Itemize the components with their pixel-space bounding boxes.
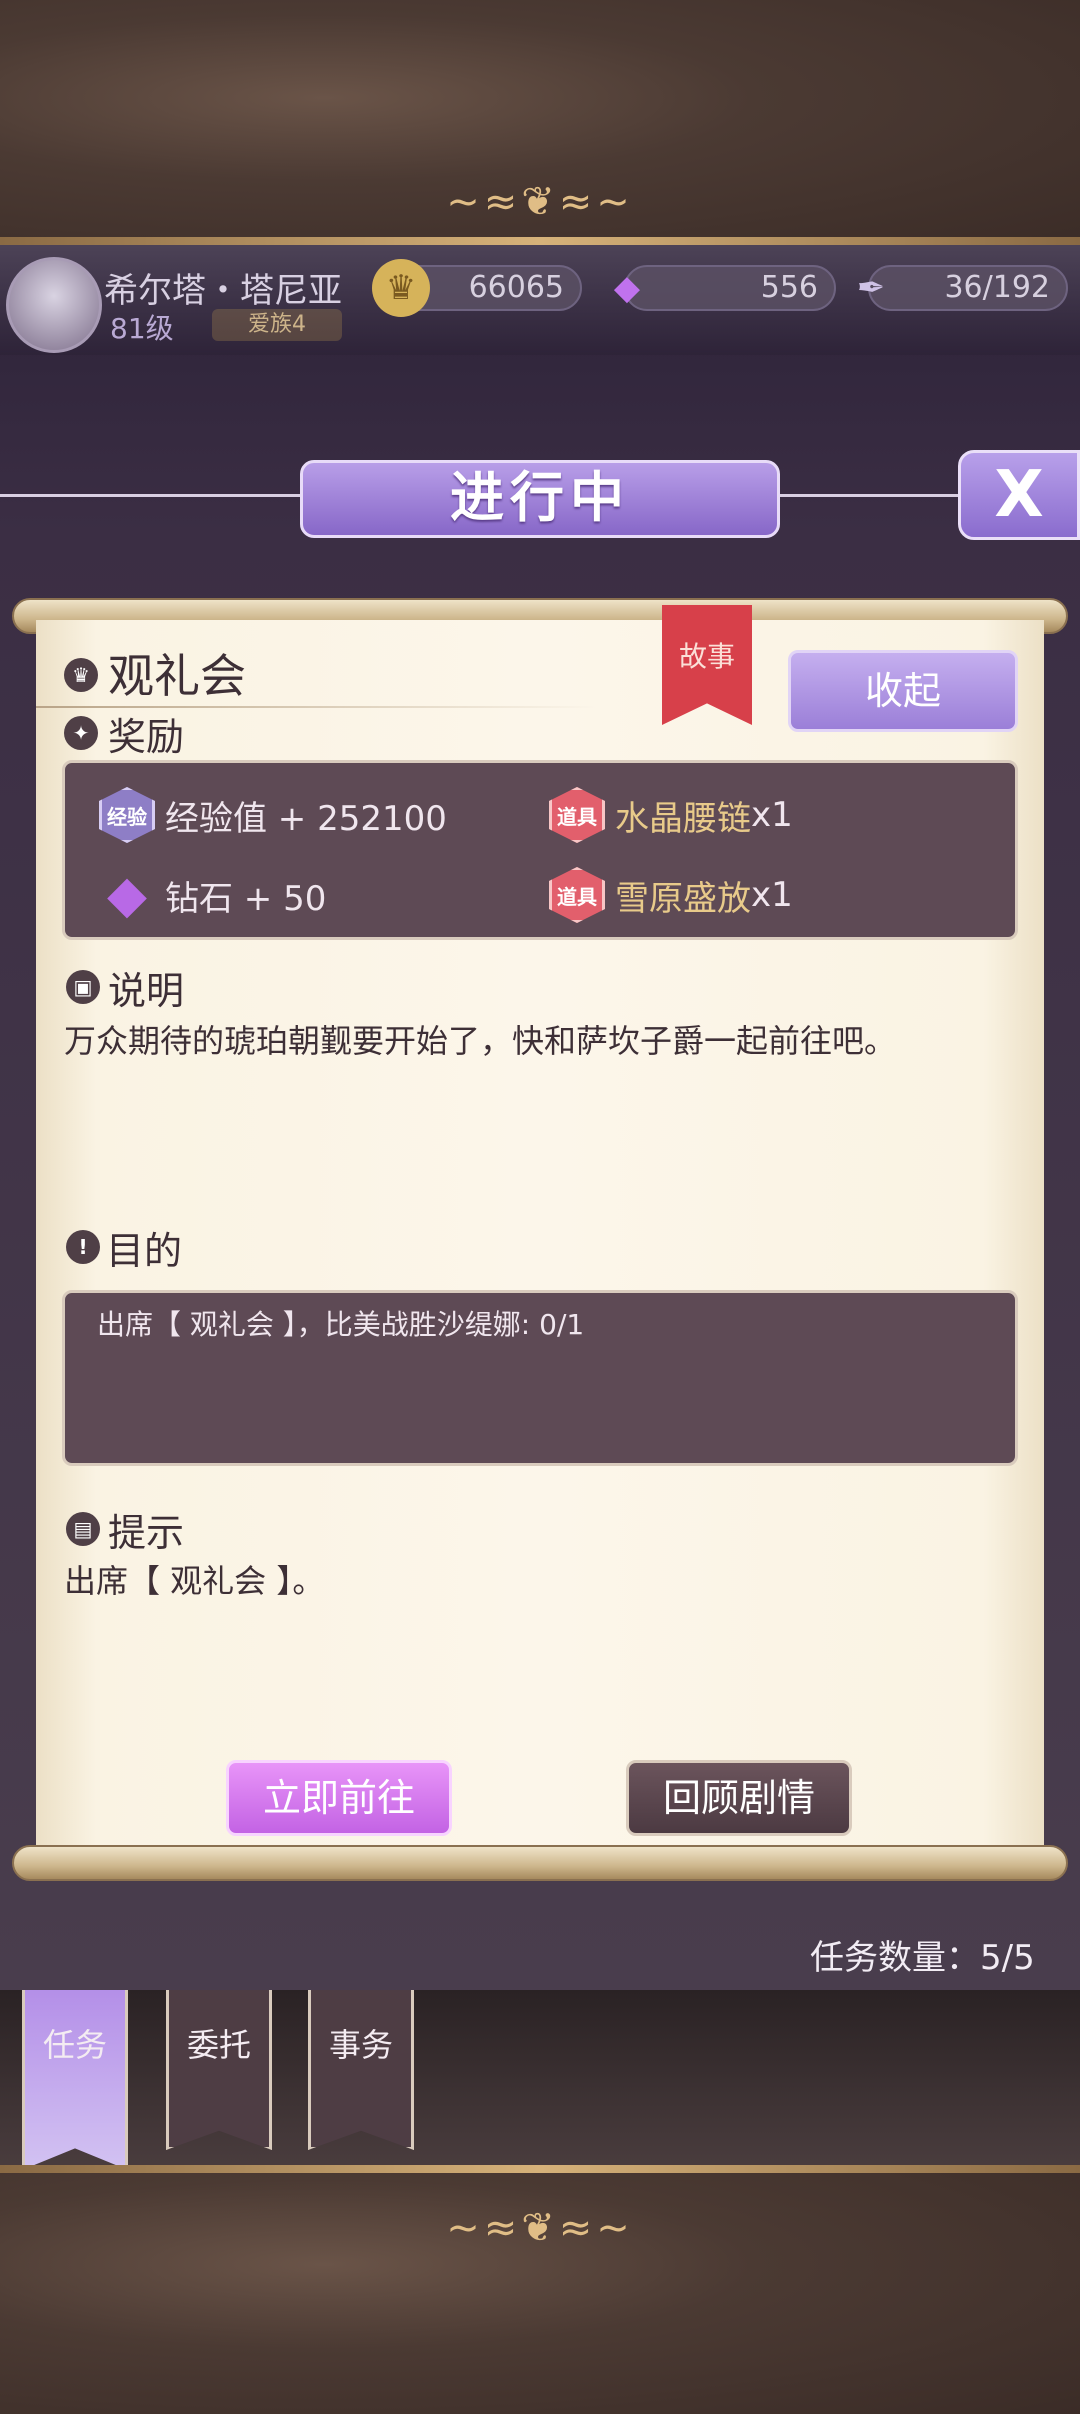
status-bar: 希尔塔・塔尼亚 81级 爱族4 66065 ♛ 556 ◆ 36/192 ✒ bbox=[0, 245, 1080, 355]
crown-icon: ♛ bbox=[64, 658, 98, 692]
gift-icon: ✦ bbox=[64, 716, 98, 750]
close-button[interactable]: X bbox=[958, 450, 1080, 540]
diamond-icon: ◆ bbox=[107, 865, 147, 925]
quest-scroll: ♛ 观礼会 ✦ 奖励 经验 经验值 + 252100 道具 水晶腰链 x1 ◆ … bbox=[36, 620, 1044, 1860]
flourish-ornament: ~≈❦≈~ bbox=[446, 179, 634, 225]
gem-icon[interactable]: ◆ bbox=[598, 259, 656, 317]
tab-affairs[interactable]: 事务 bbox=[308, 1990, 414, 2150]
reward-item-1-qty: x1 bbox=[751, 795, 793, 835]
item-icon: 道具 bbox=[549, 787, 605, 843]
item-icon: 道具 bbox=[549, 867, 605, 923]
go-now-button[interactable]: 立即前往 bbox=[226, 1760, 452, 1836]
tab-tasks[interactable]: 任务 bbox=[22, 1990, 128, 2170]
rewards-heading: 奖励 bbox=[108, 715, 185, 759]
player-avatar[interactable] bbox=[6, 257, 102, 353]
reward-item-1-name: 水晶腰链 bbox=[615, 798, 751, 839]
reward-exp: 经验 经验值 + 252100 bbox=[99, 787, 447, 843]
reward-item-2-qty: x1 bbox=[751, 875, 793, 915]
note-icon: ▤ bbox=[66, 1512, 100, 1546]
quest-title: 观礼会 bbox=[108, 649, 246, 703]
reward-item-2-name: 雪原盛放 bbox=[615, 878, 751, 919]
player-level: 81级 bbox=[110, 312, 174, 345]
reward-item-1[interactable]: 道具 水晶腰链 x1 bbox=[549, 787, 793, 843]
objective-text: 出席【 观礼会 】，比美战胜沙缇娜: 0/1 bbox=[97, 1308, 585, 1341]
reward-gems: ◆ 钻石 + 50 bbox=[99, 865, 327, 925]
ornate-frame-bottom: ~≈❦≈~ bbox=[0, 2165, 1080, 2414]
exclamation-icon: ! bbox=[66, 1230, 100, 1264]
page-title: 进行中 bbox=[300, 460, 780, 538]
task-count: 任务数量：5/5 bbox=[810, 1938, 1035, 1978]
hint-heading: 提示 bbox=[108, 1511, 185, 1555]
collapse-button[interactable]: 收起 bbox=[788, 650, 1018, 732]
hint-text: 出席【 观礼会 】。 bbox=[64, 1562, 325, 1600]
tab-bar: 任务 委托 事务 bbox=[0, 1990, 1080, 2170]
objective-panel: 出席【 观礼会 】，比美战胜沙缇娜: 0/1 bbox=[62, 1290, 1018, 1466]
player-name: 希尔塔・塔尼亚 bbox=[104, 271, 342, 311]
book-icon: ▣ bbox=[66, 970, 100, 1004]
description-text: 万众期待的琥珀朝觐要开始了，快和萨坎子爵一起前往吧。 bbox=[64, 1022, 897, 1060]
tab-commissions[interactable]: 委托 bbox=[166, 1990, 272, 2150]
ornate-frame-top: ~≈❦≈~ bbox=[0, 0, 1080, 245]
exp-icon: 经验 bbox=[99, 787, 155, 843]
rewards-panel: 经验 经验值 + 252100 道具 水晶腰链 x1 ◆ 钻石 + 50 道具 … bbox=[62, 760, 1018, 940]
title-bar: 进行中 bbox=[0, 460, 1080, 538]
player-badge: 爱族4 bbox=[212, 309, 342, 341]
reward-exp-text: 经验值 + 252100 bbox=[165, 798, 447, 839]
reward-item-2[interactable]: 道具 雪原盛放 x1 bbox=[549, 867, 793, 923]
description-heading: 说明 bbox=[108, 969, 185, 1013]
objective-heading: 目的 bbox=[106, 1229, 183, 1273]
game-screen: 希尔塔・塔尼亚 81级 爱族4 66065 ♛ 556 ◆ 36/192 ✒ 进… bbox=[0, 245, 1080, 2170]
quill-icon[interactable]: ✒ bbox=[842, 259, 900, 317]
review-story-button[interactable]: 回顾剧情 bbox=[626, 1760, 852, 1836]
gold-coin-icon[interactable]: ♛ bbox=[372, 259, 430, 317]
reward-gems-text: 钻石 + 50 bbox=[165, 878, 327, 919]
scroll-rod-bottom bbox=[12, 1845, 1068, 1881]
flourish-ornament: ~≈❦≈~ bbox=[446, 2205, 634, 2251]
